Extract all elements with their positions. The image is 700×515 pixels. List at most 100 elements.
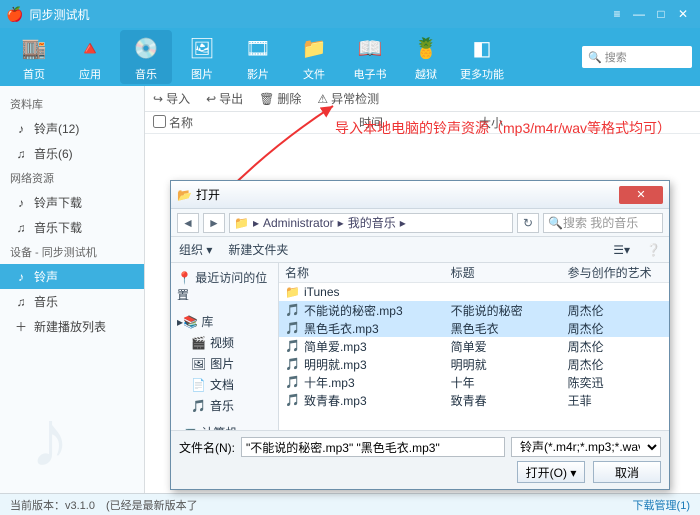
toolbar-越狱[interactable]: 🍍越狱 <box>400 32 452 82</box>
computer-head[interactable]: ▸💻 计算机 <box>171 422 278 430</box>
tree-item[interactable]: 📄文档 <box>171 374 278 395</box>
file-list: 名称 标题 参与创作的艺术 📁iTunes🎵不能说的秘密.mp3不能说的秘密周杰… <box>279 263 669 430</box>
delete-button[interactable]: 🗑 删除 <box>259 90 301 107</box>
dialog-nav: ◄ ► 📁 ▸ Administrator ▸ 我的音乐 ▸ ↻ 🔍 搜索 我的… <box>171 209 669 237</box>
new-folder-button[interactable]: 新建文件夹 <box>228 241 288 258</box>
library-head[interactable]: ▸📚 库 <box>171 311 278 332</box>
sidebar-item[interactable]: ♪ 铃声(12) <box>0 116 144 141</box>
music-watermark-icon: ♪ <box>30 393 70 485</box>
file-open-dialog: 📂 打开 ✕ ◄ ► 📁 ▸ Administrator ▸ 我的音乐 ▸ ↻ … <box>170 180 670 490</box>
file-row[interactable]: 🎵明明就.mp3明明就周杰伦 <box>279 355 669 373</box>
sidebar-item-label: 铃声下载 <box>34 194 82 211</box>
sidebar-item-label: 铃声 <box>34 268 58 285</box>
sidebar-item-icon: ＋ <box>14 318 28 335</box>
sidebar-item[interactable]: ♪铃声下载 <box>0 190 144 215</box>
import-button[interactable]: ↪ 导入 <box>153 90 190 107</box>
sidebar-item[interactable]: ♫ 音乐下载 <box>0 215 144 240</box>
toolbar-label: 更多功能 <box>460 66 504 82</box>
filename-input[interactable] <box>241 437 505 457</box>
col-filename[interactable]: 名称 <box>279 264 451 281</box>
toolbar-icon: ◧ <box>464 32 500 64</box>
music-file-icon: 🎵 <box>285 357 300 371</box>
toolbar-电子书[interactable]: 📖 电子书 <box>344 32 396 82</box>
action-bar: ↪ 导入 ↩ 导出 🗑 删除 ⚠ 异常检测 <box>145 86 700 112</box>
toolbar-label: 应用 <box>79 66 101 82</box>
file-row[interactable]: 🎵致青春.mp3致青春王菲 <box>279 391 669 409</box>
tree-item[interactable]: 🎵音乐 <box>171 395 278 416</box>
sidebar-item-icon: ♪ <box>14 270 28 284</box>
toolbar-首页[interactable]: 🏬首页 <box>8 32 60 82</box>
toolbar-icon: 📖 <box>352 32 388 64</box>
file-row[interactable]: 🎵黑色毛衣.mp3黑色毛衣周杰伦 <box>279 319 669 337</box>
filename-label: 文件名(N): <box>179 439 235 456</box>
tree-icon: 🎬 <box>191 336 206 350</box>
recent-head[interactable]: 📍 最近访问的位置 <box>171 267 278 305</box>
version-label: 当前版本：v3.1.0 (已经是最新版本了 <box>10 497 198 513</box>
toolbar-icon: 📁 <box>296 32 332 64</box>
music-file-icon: 🎵 <box>285 303 300 317</box>
tree-item[interactable]: 🎬视频 <box>171 332 278 353</box>
toolbar-文件[interactable]: 📁文件 <box>288 32 340 82</box>
annotation-text: 导入本地电脑的铃声资源（mp3/m4r/wav等格式均可） <box>335 118 671 138</box>
titlebar: 🍎 同步测试机 ≡ — □ ✕ <box>0 0 700 28</box>
music-file-icon: 🎵 <box>285 321 300 335</box>
maximize-button[interactable]: □ <box>650 7 672 21</box>
open-button[interactable]: 打开(O) ▾ <box>517 461 585 483</box>
breadcrumb[interactable]: 📁 ▸ Administrator ▸ 我的音乐 ▸ <box>229 213 513 233</box>
col-artist[interactable]: 参与创作的艺术 <box>568 264 669 281</box>
sidebar-item-label: 音乐下载 <box>34 219 82 236</box>
sidebar-item-icon: ♪ <box>14 122 28 136</box>
toolbar-音乐[interactable]: 💿音乐 <box>120 30 172 84</box>
nav-back-button[interactable]: ◄ <box>177 213 199 233</box>
file-row[interactable]: 🎵十年.mp3十年陈奕迅 <box>279 373 669 391</box>
download-manager-link[interactable]: 下载管理(1) <box>633 497 690 513</box>
sidebar-item[interactable]: ＋ 新建播放列表 <box>0 314 144 339</box>
tree-icon: 📄 <box>191 378 206 392</box>
sidebar-item-label: 新建播放列表 <box>34 318 106 335</box>
toolbar-label: 影片 <box>247 66 269 82</box>
dialog-search-input[interactable]: 🔍 搜索 我的音乐 <box>543 213 663 233</box>
toolbar-icon: 🖼 <box>184 32 220 64</box>
folder-icon: 📁 <box>234 216 249 230</box>
col-title[interactable]: 标题 <box>451 264 568 281</box>
sidebar-net-head: 网络资源 <box>0 166 144 190</box>
col-name[interactable]: 名称 <box>161 114 351 131</box>
file-row[interactable]: 🎵不能说的秘密.mp3不能说的秘密周杰伦 <box>279 301 669 319</box>
close-button[interactable]: ✕ <box>672 7 694 21</box>
search-input[interactable]: 🔍 搜索 <box>582 46 692 68</box>
sidebar-item-label: 铃声(12) <box>34 120 79 137</box>
sidebar-item[interactable]: ♫音乐(6) <box>0 141 144 166</box>
toolbar-label: 电子书 <box>354 66 387 82</box>
toolbar-icon: 🔺 <box>72 32 108 64</box>
minimize-button[interactable]: — <box>628 7 650 21</box>
folder-icon: 📂 <box>177 188 192 202</box>
toolbar-icon: 💿 <box>128 32 164 64</box>
file-row[interactable]: 🎵简单爱.mp3简单爱周杰伦 <box>279 337 669 355</box>
tree-item[interactable]: 🖼图片 <box>171 353 278 374</box>
sidebar-item[interactable]: ♫音乐 <box>0 289 144 314</box>
organize-button[interactable]: 组织 ▾ <box>179 241 212 258</box>
filetype-filter[interactable]: 铃声(*.m4r;*.mp3;*.wav) <box>511 437 661 457</box>
sidebar-item-icon: ♫ <box>14 221 28 235</box>
file-row[interactable]: 📁iTunes <box>279 283 669 301</box>
dialog-title: 打开 <box>196 186 619 203</box>
toolbar-图片[interactable]: 🖼 图片 <box>176 32 228 82</box>
toolbar-更多功能[interactable]: ◧ 更多功能 <box>456 32 508 82</box>
toolbar-影片[interactable]: 🎞影片 <box>232 32 284 82</box>
detect-button[interactable]: ⚠ 异常检测 <box>317 90 379 107</box>
cancel-button[interactable]: 取消 <box>593 461 661 483</box>
settings-icon[interactable]: ≡ <box>606 7 628 21</box>
export-button[interactable]: ↩ 导出 <box>206 90 243 107</box>
sidebar-item[interactable]: ♪ 铃声 <box>0 264 144 289</box>
refresh-button[interactable]: ↻ <box>517 213 539 233</box>
toolbar-应用[interactable]: 🔺 应用 <box>64 32 116 82</box>
music-file-icon: 🎵 <box>285 375 300 389</box>
dialog-close-button[interactable]: ✕ <box>619 186 663 204</box>
nav-fwd-button[interactable]: ► <box>203 213 225 233</box>
dialog-titlebar: 📂 打开 ✕ <box>171 181 669 209</box>
help-icon[interactable]: ❔ <box>646 243 661 257</box>
sidebar-device-head: 设备 - 同步测试机 <box>0 240 144 264</box>
apple-icon: 🍎 <box>6 6 23 23</box>
toolbar-label: 图片 <box>191 66 213 82</box>
view-icon[interactable]: ☰▾ <box>613 243 630 257</box>
